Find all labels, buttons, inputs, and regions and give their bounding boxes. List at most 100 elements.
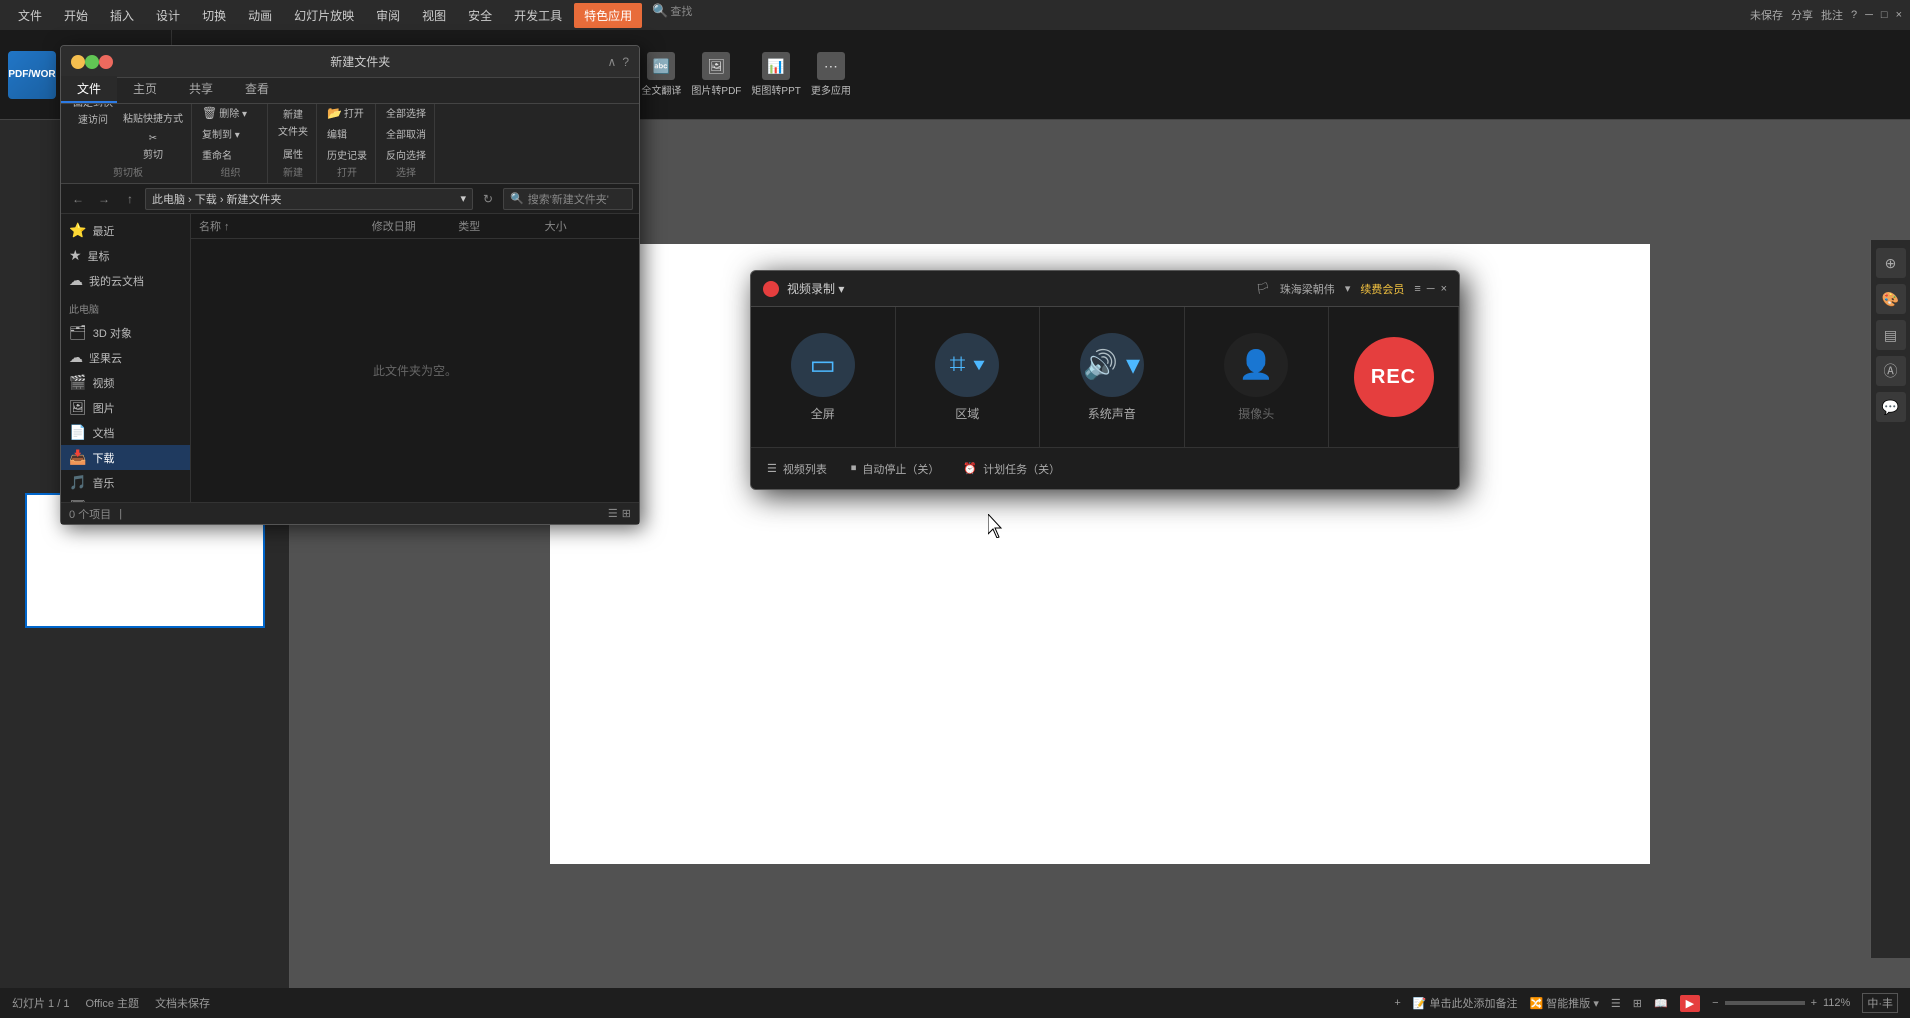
fe-paste-btn[interactable]: 📄 粘贴: [119, 104, 187, 105]
fe-deselect-btn[interactable]: 全部取消: [382, 124, 430, 143]
rt-btn-4[interactable]: Ⓐ: [1876, 356, 1906, 386]
fe-collapse[interactable]: ∧: [608, 55, 617, 69]
vr-audio-group[interactable]: 🔊 ▾ 系统声音: [1040, 307, 1185, 447]
sidebar-recent[interactable]: ⭐ 最近: [61, 218, 190, 243]
play-btn[interactable]: ▶: [1680, 995, 1700, 1012]
fe-pin-btn[interactable]: 📌 固定到快 速访问: [69, 104, 117, 129]
zoom-out[interactable]: −: [1712, 997, 1718, 1009]
col-type[interactable]: 类型: [458, 218, 544, 234]
vr-record-btn[interactable]: REC: [1354, 337, 1434, 417]
vr-fullscreen-group[interactable]: ▭ 全屏: [751, 307, 896, 447]
maximize-btn[interactable]: □: [1881, 9, 1888, 21]
close-btn[interactable]: ×: [1896, 9, 1902, 21]
zoom-in[interactable]: +: [1811, 997, 1817, 1009]
fe-address-path[interactable]: 此电脑 › 下载 › 新建文件夹 ▾: [145, 188, 473, 210]
sidebar-pictures[interactable]: 🖼 图片: [61, 395, 190, 420]
fe-properties-btn[interactable]: 属性: [279, 143, 307, 164]
menu-switch[interactable]: 切换: [192, 3, 236, 28]
fe-view-grid[interactable]: ⊞: [622, 507, 631, 520]
search-label[interactable]: 查找: [670, 3, 692, 28]
vr-minimize-btn[interactable]: ─: [1427, 283, 1435, 295]
vr-menu-btn[interactable]: ≡: [1414, 283, 1420, 295]
vr-vip-label[interactable]: 续费会员: [1360, 281, 1404, 297]
zoom-slider[interactable]: [1725, 1001, 1805, 1005]
fe-back-btn[interactable]: ←: [67, 188, 89, 210]
fe-forward-btn[interactable]: →: [93, 188, 115, 210]
vr-close-btn[interactable]: ×: [1441, 283, 1447, 295]
notes-btn[interactable]: 📝 单击此处添加备注: [1413, 995, 1518, 1011]
menu-devtools[interactable]: 开发工具: [504, 3, 572, 28]
menu-review[interactable]: 审阅: [366, 3, 410, 28]
zoom-level[interactable]: 112%: [1823, 997, 1850, 1009]
vr-camera-btn[interactable]: 👤: [1224, 333, 1288, 397]
input-method[interactable]: 中·丰: [1862, 993, 1898, 1013]
fe-select-all-btn[interactable]: 全部选择: [382, 104, 430, 122]
vr-fullscreen-btn[interactable]: ▭: [791, 333, 855, 397]
vr-auto-stop-btn[interactable]: ⏹ 自动停止（关）: [851, 461, 940, 477]
fe-up-btn[interactable]: ↑: [119, 188, 141, 210]
add-slide-btn[interactable]: +: [1394, 997, 1400, 1009]
fe-help[interactable]: ?: [622, 55, 629, 69]
col-size[interactable]: 大小: [545, 218, 631, 234]
comments-btn[interactable]: 批注: [1821, 7, 1843, 23]
fe-cut-btn[interactable]: ✂ 剪切: [119, 130, 187, 164]
fe-tab-home[interactable]: 主页: [117, 76, 173, 103]
vr-schedule-btn[interactable]: ⏰ 计划任务（关）: [963, 461, 1060, 477]
vr-user-dropdown[interactable]: ▾: [1345, 282, 1351, 295]
sidebar-cloud-docs[interactable]: ☁ 我的云文档: [61, 268, 190, 293]
table-to-ppt-btn[interactable]: 📊 矩图转PPT: [746, 49, 805, 100]
sidebar-starred[interactable]: ★ 星标: [61, 243, 190, 268]
menu-security[interactable]: 安全: [458, 3, 502, 28]
rt-btn-2[interactable]: 🎨: [1876, 284, 1906, 314]
fe-tab-view[interactable]: 查看: [229, 76, 285, 103]
menu-insert[interactable]: 插入: [100, 3, 144, 28]
more-apps-btn[interactable]: ⋯ 更多应用: [806, 49, 856, 100]
vr-audio-btn[interactable]: 🔊 ▾: [1080, 333, 1144, 397]
vr-camera-group[interactable]: 👤 摄像头: [1185, 307, 1330, 447]
sidebar-docs[interactable]: 📄 文档: [61, 420, 190, 445]
fe-invert-select-btn[interactable]: 反向选择: [382, 145, 430, 164]
menu-design[interactable]: 设计: [146, 3, 190, 28]
fe-paste-shortcut-btn[interactable]: 粘贴快捷方式: [119, 107, 187, 128]
sidebar-3d[interactable]: 🗂 3D 对象: [61, 320, 190, 345]
fe-delete-btn[interactable]: 🗑 删除 ▾: [198, 104, 251, 122]
smart-push[interactable]: 🔀 智能推版 ▾: [1530, 995, 1599, 1011]
fe-minimize[interactable]: [71, 55, 85, 69]
rt-btn-3[interactable]: ▤: [1876, 320, 1906, 350]
translate-btn[interactable]: 🔤 全文翻译: [636, 49, 686, 100]
rt-btn-5[interactable]: 💬: [1876, 392, 1906, 422]
vr-region-group[interactable]: ⌗ ▾ 区域: [896, 307, 1041, 447]
view-normal[interactable]: ☰: [1611, 997, 1621, 1010]
fe-history-btn[interactable]: 历史记录: [323, 145, 371, 164]
vr-playlist-btn[interactable]: ☰ 视频列表: [767, 461, 827, 477]
fe-tab-file[interactable]: 文件: [61, 76, 117, 103]
pdf-wor-button[interactable]: PDF/WOR: [8, 51, 56, 99]
col-date[interactable]: 修改日期: [372, 218, 458, 234]
minimize-btn[interactable]: ─: [1865, 9, 1873, 21]
help-btn[interactable]: ?: [1851, 9, 1857, 21]
col-name[interactable]: 名称 ↑: [199, 218, 372, 234]
fe-tab-share[interactable]: 共享: [173, 76, 229, 103]
fe-rename-btn[interactable]: 重命名: [198, 145, 236, 164]
view-reader[interactable]: 📖: [1654, 997, 1668, 1010]
sidebar-downloads[interactable]: 📥 下载: [61, 445, 190, 470]
path-dropdown[interactable]: ▾: [460, 192, 466, 205]
menu-slideshow[interactable]: 幻灯片放映: [284, 3, 364, 28]
fe-view-list[interactable]: ☰: [608, 507, 618, 520]
fe-close[interactable]: [99, 55, 113, 69]
menu-home[interactable]: 开始: [54, 3, 98, 28]
share-btn[interactable]: 分享: [1791, 7, 1813, 23]
sidebar-desktop[interactable]: 🖥 桌面: [61, 495, 190, 502]
fe-open-btn[interactable]: 📂 打开: [323, 104, 368, 122]
fe-new-folder-btn[interactable]: 📁 新建 文件夹: [274, 104, 312, 141]
fe-edit-btn[interactable]: 编辑: [323, 124, 351, 143]
sidebar-nutstore[interactable]: ☁ 坚果云: [61, 345, 190, 370]
menu-view[interactable]: 视图: [412, 3, 456, 28]
view-grid[interactable]: ⊞: [1633, 997, 1642, 1010]
vr-region-btn[interactable]: ⌗ ▾: [935, 333, 999, 397]
menu-featured[interactable]: 特色应用: [574, 3, 642, 28]
img-to-pdf-btn[interactable]: 🖼 图片转PDF: [686, 49, 746, 100]
menu-file[interactable]: 文件: [8, 3, 52, 28]
fe-copy-to-btn[interactable]: 复制到 ▾: [198, 124, 244, 143]
menu-animation[interactable]: 动画: [238, 3, 282, 28]
